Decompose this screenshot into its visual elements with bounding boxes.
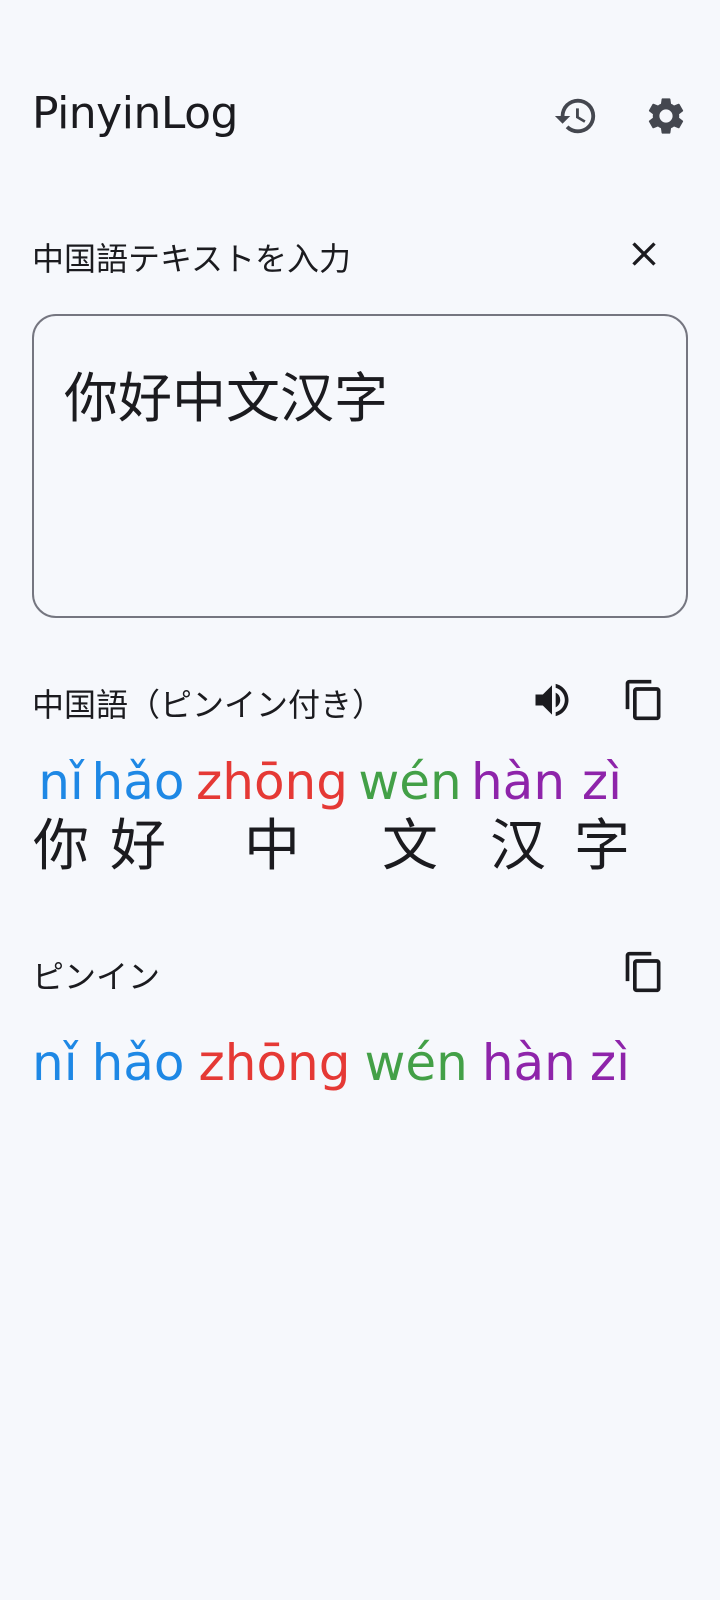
ruby-word: hàn 汉 xyxy=(468,752,568,882)
settings-button[interactable] xyxy=(636,86,696,146)
ruby-pinyin: hàn xyxy=(470,753,566,811)
pinyin-syllable: hǎo xyxy=(91,1034,185,1092)
ruby-pinyin: wén xyxy=(358,753,462,811)
chinese-text-input[interactable]: 你好中文汉字 xyxy=(32,314,688,618)
pinyin-syllable: wén xyxy=(364,1034,468,1092)
copy-ruby-button[interactable] xyxy=(614,670,674,730)
history-button[interactable] xyxy=(546,86,606,146)
app-title: PinyinLog xyxy=(32,88,238,139)
ruby-hanzi: 文 xyxy=(382,814,438,879)
ruby-hanzi: 字 xyxy=(574,814,630,879)
copy-icon xyxy=(625,951,661,993)
chinese-text-input-value[interactable]: 你好中文汉字 xyxy=(64,354,388,433)
ruby-word: zhōng 中 xyxy=(192,752,352,882)
close-icon xyxy=(632,242,656,266)
copy-icon xyxy=(625,679,661,721)
ruby-hanzi: 好 xyxy=(110,814,166,879)
ruby-text-row: nǐ 你 hǎo 好 zhōng 中 wén 文 hàn 汉 zì 字 xyxy=(32,752,692,892)
ruby-hanzi: 你 xyxy=(33,814,89,879)
ruby-section-label: 中国語（ピンイン付き） xyxy=(32,686,385,724)
pinyin-syllable: nǐ xyxy=(32,1034,78,1092)
pinyin-syllable: zì xyxy=(589,1034,630,1092)
app-bar: PinyinLog xyxy=(0,70,720,160)
ruby-pinyin: zì xyxy=(581,753,623,811)
gear-icon xyxy=(648,98,684,134)
ruby-pinyin: zhōng xyxy=(196,753,348,811)
ruby-pinyin: hǎo xyxy=(91,753,185,811)
pinyin-syllable: hàn xyxy=(481,1034,576,1092)
history-icon xyxy=(554,98,596,134)
copy-pinyin-button[interactable] xyxy=(614,942,674,1002)
pinyin-section-label: ピンイン xyxy=(32,958,161,996)
pinyin-syllable: zhōng xyxy=(198,1034,351,1092)
clear-button[interactable] xyxy=(614,224,674,284)
ruby-word: wén 文 xyxy=(354,752,466,882)
ruby-word: hǎo 好 xyxy=(90,752,186,882)
ruby-word: zì 字 xyxy=(570,752,634,882)
ruby-pinyin: nǐ xyxy=(38,753,84,811)
ruby-hanzi: 汉 xyxy=(490,814,546,879)
ruby-word: nǐ 你 xyxy=(32,752,90,882)
pinyin-text: nǐ hǎo zhōng wén hàn zì xyxy=(32,1034,644,1092)
speak-button[interactable] xyxy=(522,670,582,730)
input-label: 中国語テキストを入力 xyxy=(32,240,352,278)
ruby-hanzi: 中 xyxy=(244,814,300,879)
volume-icon xyxy=(535,683,569,717)
